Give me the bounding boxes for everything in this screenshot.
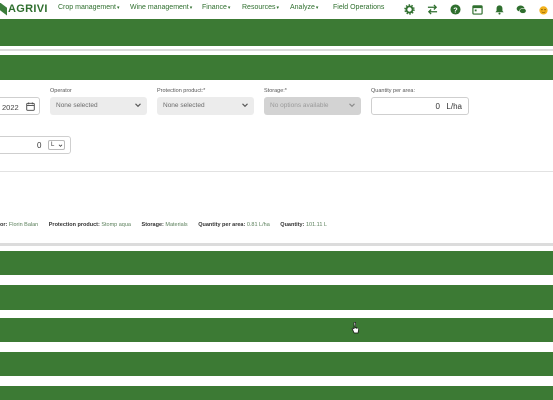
- summary-storage-value: Materials: [165, 222, 188, 228]
- svg-text:?: ?: [453, 5, 458, 14]
- unit-select[interactable]: L: [48, 140, 65, 150]
- chat-icon[interactable]: [515, 3, 527, 15]
- quantity-per-area-unit: L/ha: [446, 102, 462, 111]
- unit-value: L: [51, 142, 55, 148]
- summary-quantity-label: Quantity:: [280, 222, 305, 228]
- summary-product-label: Protection product:: [48, 222, 100, 228]
- quantity-input[interactable]: 0 L: [0, 136, 71, 154]
- operator-select[interactable]: None selected: [50, 97, 147, 115]
- quantity-value: 0: [37, 141, 42, 150]
- top-navigation: AGRIVI Crop management▾ Wine management▾…: [0, 0, 553, 18]
- calendar-icon[interactable]: [26, 102, 35, 111]
- quantity-per-area-label: Quantity per area:: [371, 88, 416, 94]
- quantity-per-area-value: 0: [435, 102, 440, 111]
- nav-resources[interactable]: Resources▾: [242, 4, 279, 11]
- separator: [0, 49, 553, 51]
- nav-analyze[interactable]: Analyze▾: [290, 4, 318, 11]
- protection-product-value: None selected: [163, 102, 205, 109]
- transfer-icon[interactable]: [426, 3, 438, 15]
- protection-product-select[interactable]: None selected: [157, 97, 254, 115]
- storage-value: No options available: [270, 102, 329, 109]
- divider: [0, 171, 553, 172]
- hand-cursor-icon: [351, 322, 359, 334]
- separator: [0, 243, 553, 246]
- summary-qpa-label: Quantity per area:: [198, 222, 246, 228]
- chevron-down-icon: [135, 103, 141, 108]
- notifications-icon[interactable]: [493, 3, 505, 15]
- chevron-down-icon: [58, 144, 63, 147]
- quantity-per-area-input[interactable]: 0 L/ha: [371, 97, 469, 115]
- protection-product-label: Protection product:*: [157, 88, 206, 94]
- operator-label: Operator: [50, 88, 72, 94]
- chevron-down-icon: [349, 103, 355, 108]
- summary-qpa-value: 0.81 L/ha: [246, 222, 270, 228]
- nav-finance[interactable]: Finance▾: [202, 4, 230, 11]
- date-field[interactable]: 2022: [0, 97, 40, 115]
- agrivi-logo[interactable]: AGRIVI: [0, 2, 48, 16]
- section-bar[interactable]: [0, 251, 553, 275]
- help-icon[interactable]: ?: [449, 3, 461, 15]
- summary-operator-label: or:: [0, 222, 8, 228]
- storage-label: Storage:*: [264, 88, 287, 94]
- settings-icon[interactable]: [403, 3, 415, 15]
- calendar-icon[interactable]: [471, 3, 483, 15]
- section-header-bar[interactable]: [0, 19, 553, 46]
- date-value: 2022: [2, 103, 19, 112]
- operator-value: None selected: [56, 102, 98, 109]
- section-bar[interactable]: [0, 285, 553, 310]
- summary-product-value: Stomp aqua: [101, 222, 131, 228]
- operation-summary: or: Florin Balan Protection product: Sto…: [0, 222, 336, 228]
- logo-mark-icon: [0, 2, 7, 16]
- section-header-bar[interactable]: [0, 55, 553, 80]
- logo-text: AGRIVI: [8, 3, 48, 15]
- section-bar[interactable]: [0, 352, 553, 376]
- section-bar[interactable]: [0, 318, 553, 342]
- nav-field-operations[interactable]: Field Operations: [333, 4, 384, 11]
- summary-operator-value: Florin Balan: [8, 222, 39, 228]
- nav-wine-management[interactable]: Wine management▾: [130, 4, 192, 11]
- summary-storage-label: Storage:: [141, 222, 164, 228]
- chevron-down-icon: [242, 103, 248, 108]
- summary-quantity-value: 101.11 L: [305, 222, 327, 228]
- nav-crop-management[interactable]: Crop management▾: [58, 4, 120, 11]
- user-avatar-icon[interactable]: [537, 3, 549, 15]
- storage-select[interactable]: No options available: [264, 97, 361, 115]
- section-bar[interactable]: [0, 386, 553, 400]
